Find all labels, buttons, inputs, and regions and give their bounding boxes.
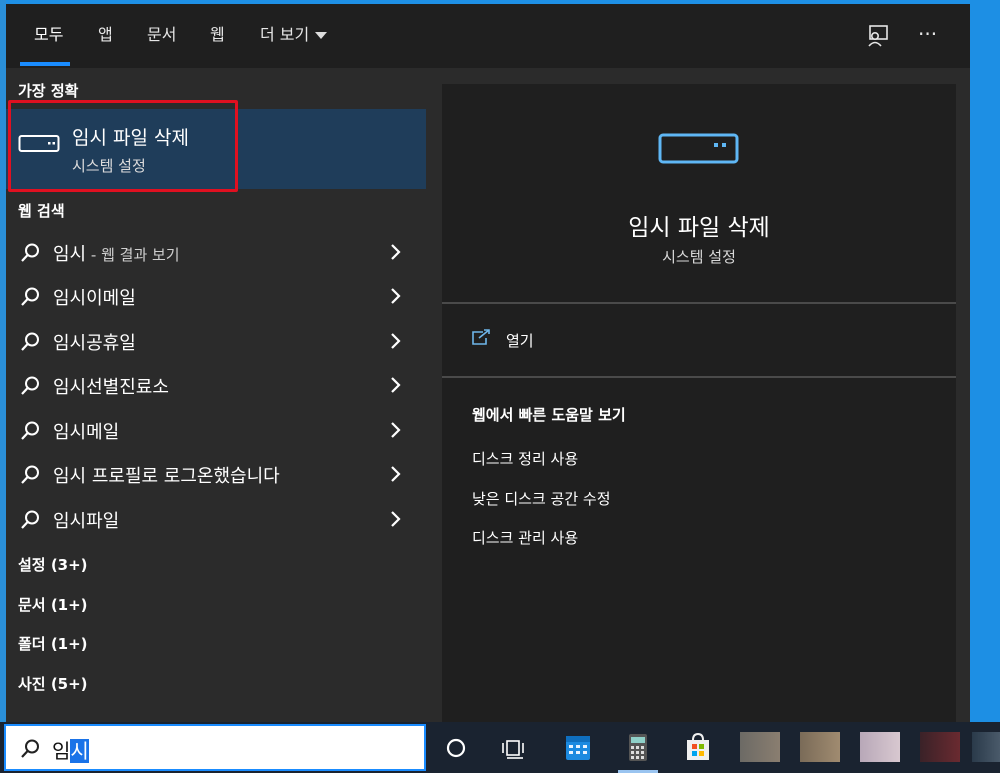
search-icon (19, 242, 41, 268)
help-link[interactable]: 디스크 정리 사용 (472, 448, 578, 469)
web-result-query: 임시 (53, 244, 87, 265)
chevron-right-icon (389, 376, 403, 398)
active-tab-indicator (20, 62, 70, 66)
web-result-row[interactable]: 임시선별진료소 (6, 363, 426, 407)
calendar-app-icon[interactable] (558, 728, 598, 768)
web-result-text: 임시 - 웹 결과 보기 (53, 240, 180, 266)
best-match-subtitle: 시스템 설정 (72, 157, 146, 175)
divider (442, 376, 956, 378)
web-result-text: 임시 프로필로 로그온했습니다 (53, 466, 280, 487)
search-icon (19, 509, 41, 535)
detail-pane: 임시 파일 삭제 시스템 설정 열기 웹에서 빠른 도움말 보기 디스크 정리 … (442, 84, 956, 722)
category-settings[interactable]: 설정 (3+) (18, 554, 88, 575)
web-result-text: 임시메일 (53, 422, 120, 443)
web-result-row[interactable]: 임시 프로필로 로그온했습니다 (6, 452, 426, 496)
search-tabs-bar: 모두 앱 문서 웹 더 보기 ··· (6, 4, 970, 68)
search-query: 임시 (52, 735, 89, 764)
detail-title: 임시 파일 삭제 (628, 215, 770, 241)
best-match-item[interactable]: 임시 파일 삭제 시스템 설정 (6, 109, 426, 189)
chevron-right-icon (389, 421, 403, 443)
search-icon (19, 464, 41, 490)
search-icon (19, 331, 41, 357)
pinned-app-icon[interactable] (740, 732, 780, 762)
tab-more[interactable]: 더 보기 (260, 4, 328, 68)
best-match-title: 임시 파일 삭제 (72, 127, 189, 149)
web-result-suffix: - 웹 결과 보기 (86, 246, 180, 264)
category-photos[interactable]: 사진 (5+) (18, 673, 88, 694)
search-input[interactable]: 임시 (4, 724, 426, 771)
open-label: 열기 (506, 332, 534, 350)
more-options-icon[interactable]: ··· (918, 22, 946, 50)
taskbar: 임시 (0, 722, 1000, 773)
category-documents[interactable]: 문서 (1+) (18, 594, 88, 615)
chevron-right-icon (389, 465, 403, 487)
web-result-text: 임시파일 (53, 511, 120, 532)
divider (442, 302, 956, 304)
chevron-right-icon (389, 510, 403, 532)
web-result-row[interactable]: 임시파일 (6, 497, 426, 541)
search-icon (19, 286, 41, 312)
tab-documents[interactable]: 문서 (147, 4, 176, 68)
search-window: 모두 앱 문서 웹 더 보기 ··· 가장 정확 임시 파일 삭제 시스템 설정… (6, 4, 970, 722)
pinned-app-icon[interactable] (920, 732, 960, 762)
feedback-icon[interactable] (864, 22, 892, 50)
best-match-heading: 가장 정확 (18, 82, 79, 100)
web-result-row[interactable]: 임시이메일 (6, 274, 426, 318)
category-folders[interactable]: 폴더 (1+) (18, 633, 88, 654)
tab-all[interactable]: 모두 (34, 4, 63, 68)
calculator-app-icon[interactable] (618, 728, 658, 773)
chevron-right-icon (389, 287, 403, 309)
search-icon (19, 375, 41, 401)
desktop-background-right (970, 0, 1000, 722)
web-search-heading: 웹 검색 (18, 202, 65, 220)
results-list: 가장 정확 임시 파일 삭제 시스템 설정 웹 검색 임시 - 웹 결과 보기 … (6, 68, 426, 722)
search-icon (19, 420, 41, 446)
pinned-app-icon[interactable] (860, 732, 900, 762)
task-view-icon[interactable] (495, 728, 535, 768)
help-link[interactable]: 디스크 관리 사용 (472, 527, 578, 548)
web-result-text: 임시공휴일 (53, 333, 136, 354)
web-result-row[interactable]: 임시메일 (6, 408, 426, 452)
pinned-app-icon[interactable] (972, 732, 1000, 762)
web-result-row[interactable]: 임시공휴일 (6, 319, 426, 363)
drive-icon (658, 132, 740, 172)
help-heading: 웹에서 빠른 도움말 보기 (472, 406, 626, 424)
chevron-right-icon (389, 332, 403, 354)
tab-apps[interactable]: 앱 (98, 4, 113, 68)
search-icon (19, 738, 41, 764)
web-result-text: 임시선별진료소 (53, 377, 169, 398)
store-app-icon[interactable] (678, 728, 718, 768)
detail-subtitle: 시스템 설정 (662, 248, 736, 266)
search-typed-text: 임 (52, 739, 71, 763)
caret-down-icon (315, 32, 328, 39)
web-result-text: 임시이메일 (53, 288, 136, 309)
chevron-right-icon (389, 243, 403, 265)
help-link[interactable]: 낮은 디스크 공간 수정 (472, 488, 611, 509)
tab-more-label: 더 보기 (260, 25, 310, 44)
search-selected-text: 시 (70, 739, 89, 763)
cortana-icon[interactable] (436, 728, 476, 768)
pinned-app-icon[interactable] (800, 732, 840, 762)
drive-icon (18, 133, 60, 159)
open-external-icon (470, 328, 492, 350)
tab-web[interactable]: 웹 (210, 4, 225, 68)
web-result-row[interactable]: 임시 - 웹 결과 보기 (6, 230, 426, 274)
